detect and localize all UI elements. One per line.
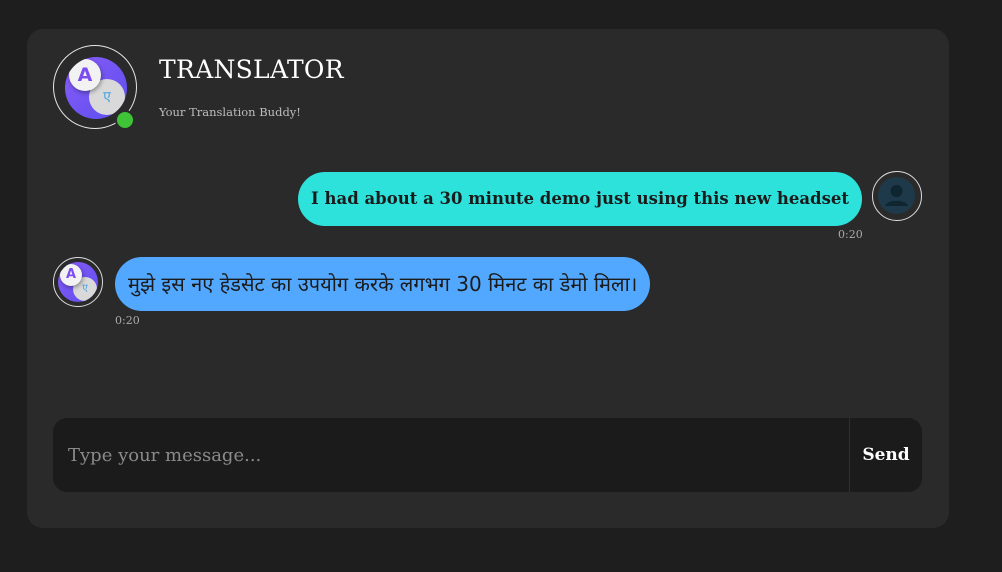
bot-avatar: A ए xyxy=(53,257,103,307)
translate-logo-icon: A ए xyxy=(65,57,127,119)
app-subtitle: Your Translation Buddy! xyxy=(159,105,301,119)
user-icon xyxy=(878,177,915,214)
chat-header: A ए TRANSLATOR Your Translation Buddy! xyxy=(53,45,553,133)
bot-message-bubble: मुझे इस नए हेडसेट का उपयोग करके लगभग 30 … xyxy=(115,257,651,311)
logo-letter-a: A xyxy=(60,264,82,286)
bot-message-time: 0:20 xyxy=(115,314,140,327)
chat-window: A ए TRANSLATOR Your Translation Buddy! I… xyxy=(27,29,949,528)
translate-logo-icon: A ए xyxy=(58,262,98,302)
app-title: TRANSLATOR xyxy=(159,55,344,84)
translator-logo: A ए xyxy=(53,45,137,130)
logo-letter-a: A xyxy=(69,59,101,91)
message-composer: Send xyxy=(53,418,922,492)
user-message-bubble: I had about a 30 minute demo just using … xyxy=(298,172,862,226)
online-status-indicator xyxy=(115,110,135,130)
user-message-time: 0:20 xyxy=(838,228,863,241)
send-button[interactable]: Send xyxy=(849,418,922,492)
message-input[interactable] xyxy=(53,418,850,492)
user-avatar xyxy=(872,171,922,221)
